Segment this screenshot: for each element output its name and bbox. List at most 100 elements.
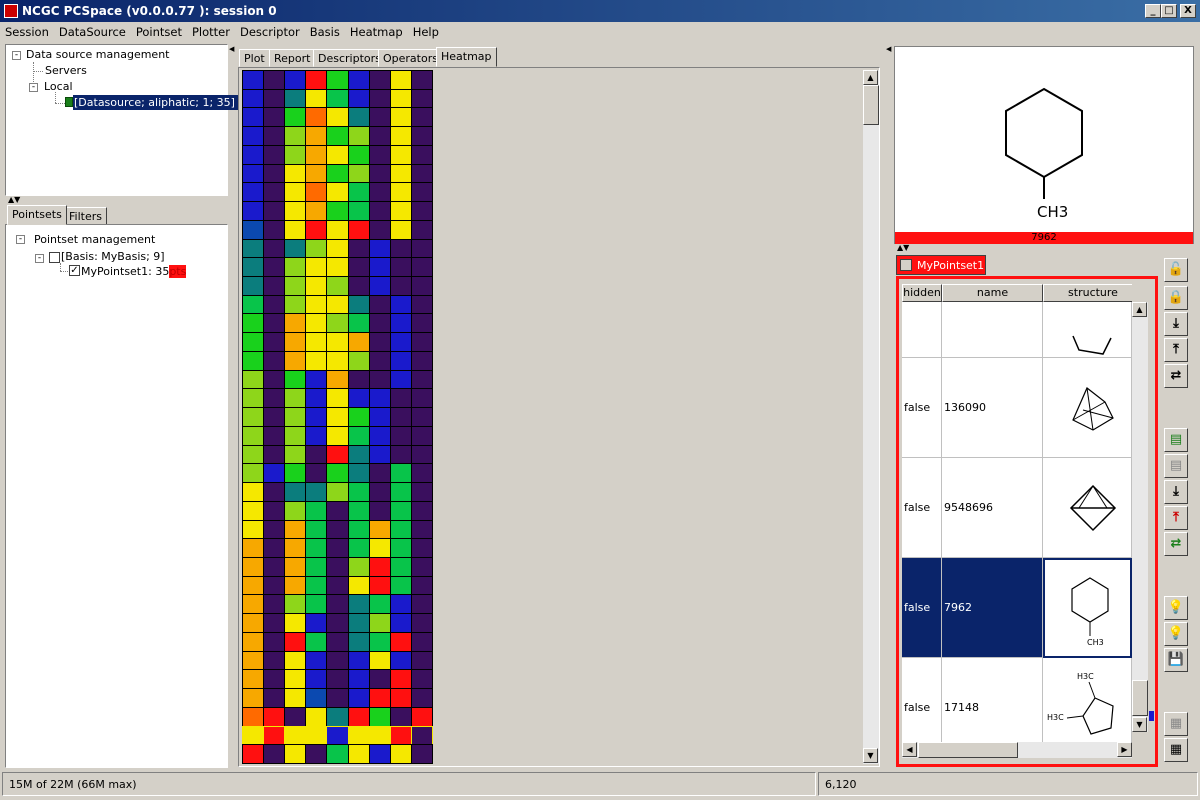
heatmap-cell[interactable]	[242, 238, 265, 259]
heatmap-cell[interactable]	[242, 294, 265, 315]
swap-icon[interactable]: ⇄	[1164, 364, 1188, 388]
heatmap-cell[interactable]	[368, 500, 391, 521]
heatmap-cell[interactable]	[389, 70, 412, 90]
heatmap-cell[interactable]	[305, 182, 328, 203]
heatmap-cell[interactable]	[242, 163, 265, 184]
heatmap-cell[interactable]	[368, 594, 391, 615]
heatmap-cell[interactable]	[305, 482, 328, 502]
heatmap-cell[interactable]	[263, 238, 286, 259]
heatmap-cell[interactable]	[389, 444, 412, 465]
heatmap-cell[interactable]	[305, 444, 328, 465]
basis-checkbox[interactable]	[49, 252, 60, 263]
heatmap-cell[interactable]	[263, 744, 286, 764]
heatmap-cell[interactable]	[305, 313, 328, 334]
heatmap-cell[interactable]	[410, 594, 433, 615]
heatmap-cell[interactable]	[410, 144, 433, 165]
heatmap-cell[interactable]	[305, 238, 328, 259]
heatmap-cell[interactable]	[389, 126, 412, 146]
heatmap-cell[interactable]	[284, 500, 307, 521]
heatmap-cell[interactable]	[284, 257, 307, 278]
heatmap-cell[interactable]	[242, 332, 265, 352]
collapse-icon[interactable]: -	[29, 83, 38, 92]
heatmap-cell[interactable]	[410, 669, 433, 690]
heatmap-cell[interactable]	[305, 519, 328, 540]
heatmap-cell[interactable]	[263, 369, 286, 390]
tab-plot[interactable]: Plot	[239, 49, 270, 67]
heatmap-cell[interactable]	[305, 107, 328, 128]
heatmap-cell[interactable]	[389, 688, 412, 708]
menu-descriptor[interactable]: Descriptor	[235, 22, 305, 39]
heatmap-cell[interactable]	[368, 144, 391, 165]
heatmap-cell[interactable]	[263, 463, 286, 484]
heatmap-cell[interactable]	[368, 70, 391, 90]
heatmap-cell[interactable]	[347, 294, 370, 315]
pointset-node[interactable]: MyPointset1: 35pts	[81, 265, 187, 278]
lightbulb-on-icon[interactable]: 💡	[1164, 622, 1188, 646]
heatmap-cell[interactable]	[305, 144, 328, 165]
heatmap-cell[interactable]	[242, 482, 265, 502]
heatmap-cell[interactable]	[263, 444, 286, 465]
move-up-icon[interactable]: ⤒	[1164, 506, 1188, 530]
heatmap-cell[interactable]	[305, 575, 328, 596]
heatmap-cell[interactable]	[389, 631, 412, 652]
heatmap-cell[interactable]	[389, 594, 412, 615]
heatmap-cell[interactable]	[284, 201, 307, 221]
table-hscrollbar[interactable]: ◀ ▶	[902, 742, 1132, 758]
heatmap-cell[interactable]	[305, 538, 328, 558]
basis-node[interactable]: [Basis: MyBasis; 9]	[61, 250, 165, 263]
tab-report[interactable]: Report	[269, 49, 316, 67]
heatmap-cell[interactable]	[410, 538, 433, 558]
heatmap-cell[interactable]	[389, 238, 412, 259]
heatmap-cell[interactable]	[410, 70, 433, 90]
heatmap-cell[interactable]	[263, 276, 286, 296]
heatmap-cell[interactable]	[410, 556, 433, 577]
heatmap-cell[interactable]	[368, 332, 391, 352]
heatmap-cell[interactable]	[347, 369, 370, 390]
heatmap-cell[interactable]	[410, 369, 433, 390]
menu-basis[interactable]: Basis	[305, 22, 345, 39]
heatmap-cell[interactable]	[326, 88, 349, 109]
tab-mypointset1[interactable]: MyPointset1	[896, 255, 986, 275]
heatmap-cell[interactable]	[389, 201, 412, 221]
heatmap-cell[interactable]	[326, 725, 349, 746]
heatmap-cell[interactable]	[242, 538, 265, 558]
heatmap-cell[interactable]	[410, 276, 433, 296]
heatmap-cell[interactable]	[347, 575, 370, 596]
heatmap-cell[interactable]	[389, 744, 412, 764]
heatmap-cell[interactable]	[305, 407, 328, 427]
heatmap-cell[interactable]	[326, 369, 349, 390]
local-node[interactable]: Local	[44, 80, 73, 93]
heatmap-cell[interactable]	[368, 706, 391, 727]
heatmap-cell[interactable]	[263, 425, 286, 446]
heatmap-cell[interactable]	[389, 519, 412, 540]
heatmap-cell[interactable]	[284, 388, 307, 409]
scroll-thumb[interactable]	[918, 742, 1018, 758]
col-hidden[interactable]: hidden	[902, 284, 942, 302]
heatmap-cell[interactable]	[389, 257, 412, 278]
heatmap-cell[interactable]	[347, 126, 370, 146]
heatmap-cell[interactable]	[263, 538, 286, 558]
heatmap-cell[interactable]	[263, 88, 286, 109]
tab-descriptors[interactable]: Descriptors	[313, 49, 386, 67]
heatmap-cell[interactable]	[242, 201, 265, 221]
heatmap-cell[interactable]	[326, 669, 349, 690]
heatmap-cell[interactable]	[368, 294, 391, 315]
menu-pointset[interactable]: Pointset	[131, 22, 187, 39]
heatmap-cell[interactable]	[284, 332, 307, 352]
heatmap-cell[interactable]	[389, 556, 412, 577]
heatmap-cell[interactable]	[410, 613, 433, 633]
heatmap-cell[interactable]	[284, 313, 307, 334]
heatmap-cell[interactable]	[242, 519, 265, 540]
collapse-icon[interactable]: -	[12, 51, 21, 60]
heatmap-cell[interactable]	[410, 650, 433, 671]
heatmap-cell[interactable]	[263, 631, 286, 652]
menu-plotter[interactable]: Plotter	[187, 22, 235, 39]
collapse-icon[interactable]: -	[35, 254, 44, 263]
menu-datasource[interactable]: DataSource	[54, 22, 131, 39]
heatmap-cell[interactable]	[347, 407, 370, 427]
heatmap-cell[interactable]	[263, 669, 286, 690]
heatmap-cell[interactable]	[326, 294, 349, 315]
heatmap-cell[interactable]	[368, 276, 391, 296]
collapse-icon[interactable]: -	[16, 235, 25, 244]
heatmap-cell[interactable]	[284, 70, 307, 90]
